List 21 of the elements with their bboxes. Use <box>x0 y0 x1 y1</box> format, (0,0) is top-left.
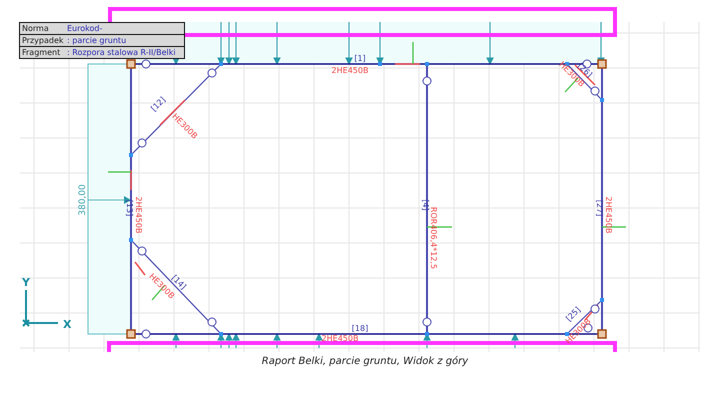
info-value: : Rozpora stalowa R-II/Belki <box>67 47 176 58</box>
member-number: [18] <box>352 324 368 333</box>
info-value: : parcie gruntu <box>67 35 126 46</box>
member-number: [27] <box>595 200 604 216</box>
info-label: Przypadek <box>22 35 65 46</box>
info-label: Fragment <box>22 47 62 58</box>
axis-drawing <box>22 289 59 327</box>
section-label: 2HE450B <box>134 196 143 234</box>
member-number: [1] <box>354 54 366 63</box>
section-label: ROR406,4*12,5 <box>429 206 438 270</box>
info-value: Eurokod- <box>67 23 102 34</box>
member-number: [13] <box>125 200 134 216</box>
info-label: Norma <box>22 23 50 34</box>
member-number: [4] <box>421 199 430 211</box>
section-label: 2HE450B <box>322 334 358 343</box>
axis-label: X <box>63 318 72 331</box>
section-label: 2HE450B <box>604 196 613 234</box>
section-label: 2HE450B <box>332 66 368 75</box>
axis-label: Y <box>22 276 30 289</box>
figure-caption: Raport Belki, parcie gruntu, Widok z góry <box>260 356 468 367</box>
dimension-value: 380,00 <box>78 184 88 216</box>
